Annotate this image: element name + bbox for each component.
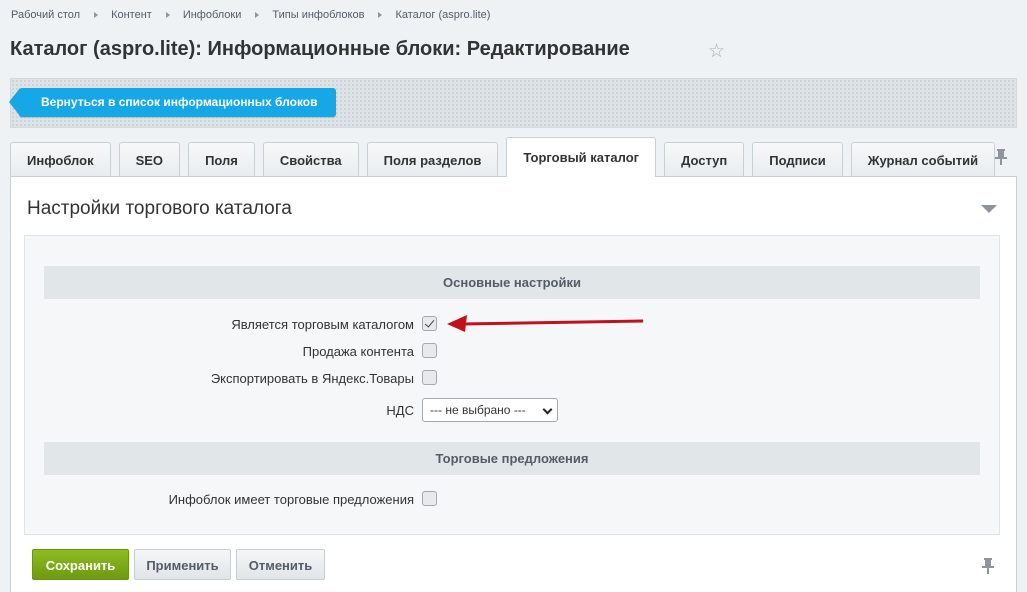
yandex-export-label: Экспортировать в Яндекс.Товары [210, 371, 414, 386]
breadcrumb-item-iblock-types[interactable]: Типы инфоблоков [272, 9, 364, 21]
section-header-main: Основные настройки [44, 266, 980, 299]
star-icon[interactable]: ☆ [708, 42, 728, 62]
breadcrumb-item-content[interactable]: Контент [111, 9, 152, 21]
tab-section-fields[interactable]: Поля разделов [366, 142, 499, 177]
annotation-arrow-icon [447, 315, 643, 332]
tab-event-log[interactable]: Журнал событий [850, 142, 996, 177]
settings-box: Основные настройки Является торговым кат… [24, 235, 1000, 535]
tab-access[interactable]: Доступ [664, 142, 745, 177]
panel-title: Настройки торгового каталога [27, 198, 292, 219]
tab-fields[interactable]: Поля [188, 142, 255, 177]
tab-bar: Инфоблок SEO Поля Свойства Поля разделов… [10, 137, 1003, 177]
breadcrumb-separator-icon [255, 12, 260, 18]
breadcrumb: Рабочий стол Контент Инфоблоки Типы инфо… [11, 9, 490, 21]
breadcrumb-separator-icon [378, 12, 383, 18]
vat-select-value: --- не выбрано --- [430, 403, 526, 417]
back-to-list-button[interactable]: Вернуться в список информационных блоков [9, 88, 336, 117]
save-button[interactable]: Сохранить [32, 549, 129, 580]
tab-seo[interactable]: SEO [118, 142, 181, 177]
apply-button[interactable]: Применить [134, 549, 231, 580]
tab-trade-catalog[interactable]: Торговый каталог [506, 137, 657, 177]
page-title: Каталог (aspro.lite): Информационные бло… [10, 38, 630, 60]
breadcrumb-item-iblocks[interactable]: Инфоблоки [183, 9, 242, 21]
back-toolbar: Вернуться в список информационных блоков [9, 78, 1017, 128]
breadcrumb-item-desktop[interactable]: Рабочий стол [11, 9, 80, 21]
vat-label: НДС [386, 403, 414, 418]
breadcrumb-item-catalog[interactable]: Каталог (aspro.lite) [395, 9, 490, 21]
section-header-offers: Торговые предложения [44, 442, 980, 475]
tab-captions[interactable]: Подписи [752, 142, 843, 177]
cancel-button[interactable]: Отменить [236, 549, 325, 580]
yandex-export-checkbox[interactable] [422, 370, 437, 385]
content-sale-label: Продажа контента [302, 344, 414, 359]
content-sale-checkbox[interactable] [422, 343, 437, 358]
vat-select[interactable]: --- не выбрано --- [422, 398, 558, 422]
has-offers-label: Инфоблок имеет торговые предложения [168, 492, 414, 507]
breadcrumb-separator-icon [94, 12, 99, 18]
tab-iblock[interactable]: Инфоблок [10, 142, 111, 177]
has-offers-checkbox[interactable] [422, 491, 437, 506]
footer-pin-icon[interactable] [981, 557, 995, 575]
settings-panel: Настройки торгового каталога Основные на… [10, 176, 1017, 592]
pin-icon[interactable] [994, 148, 1008, 166]
tab-properties[interactable]: Свойства [262, 142, 359, 177]
chevron-down-icon [542, 404, 553, 415]
breadcrumb-separator-icon [165, 12, 170, 18]
is-catalog-label: Является торговым каталогом [231, 317, 414, 332]
collapse-icon[interactable] [981, 205, 997, 213]
is-catalog-checkbox[interactable] [422, 316, 437, 331]
